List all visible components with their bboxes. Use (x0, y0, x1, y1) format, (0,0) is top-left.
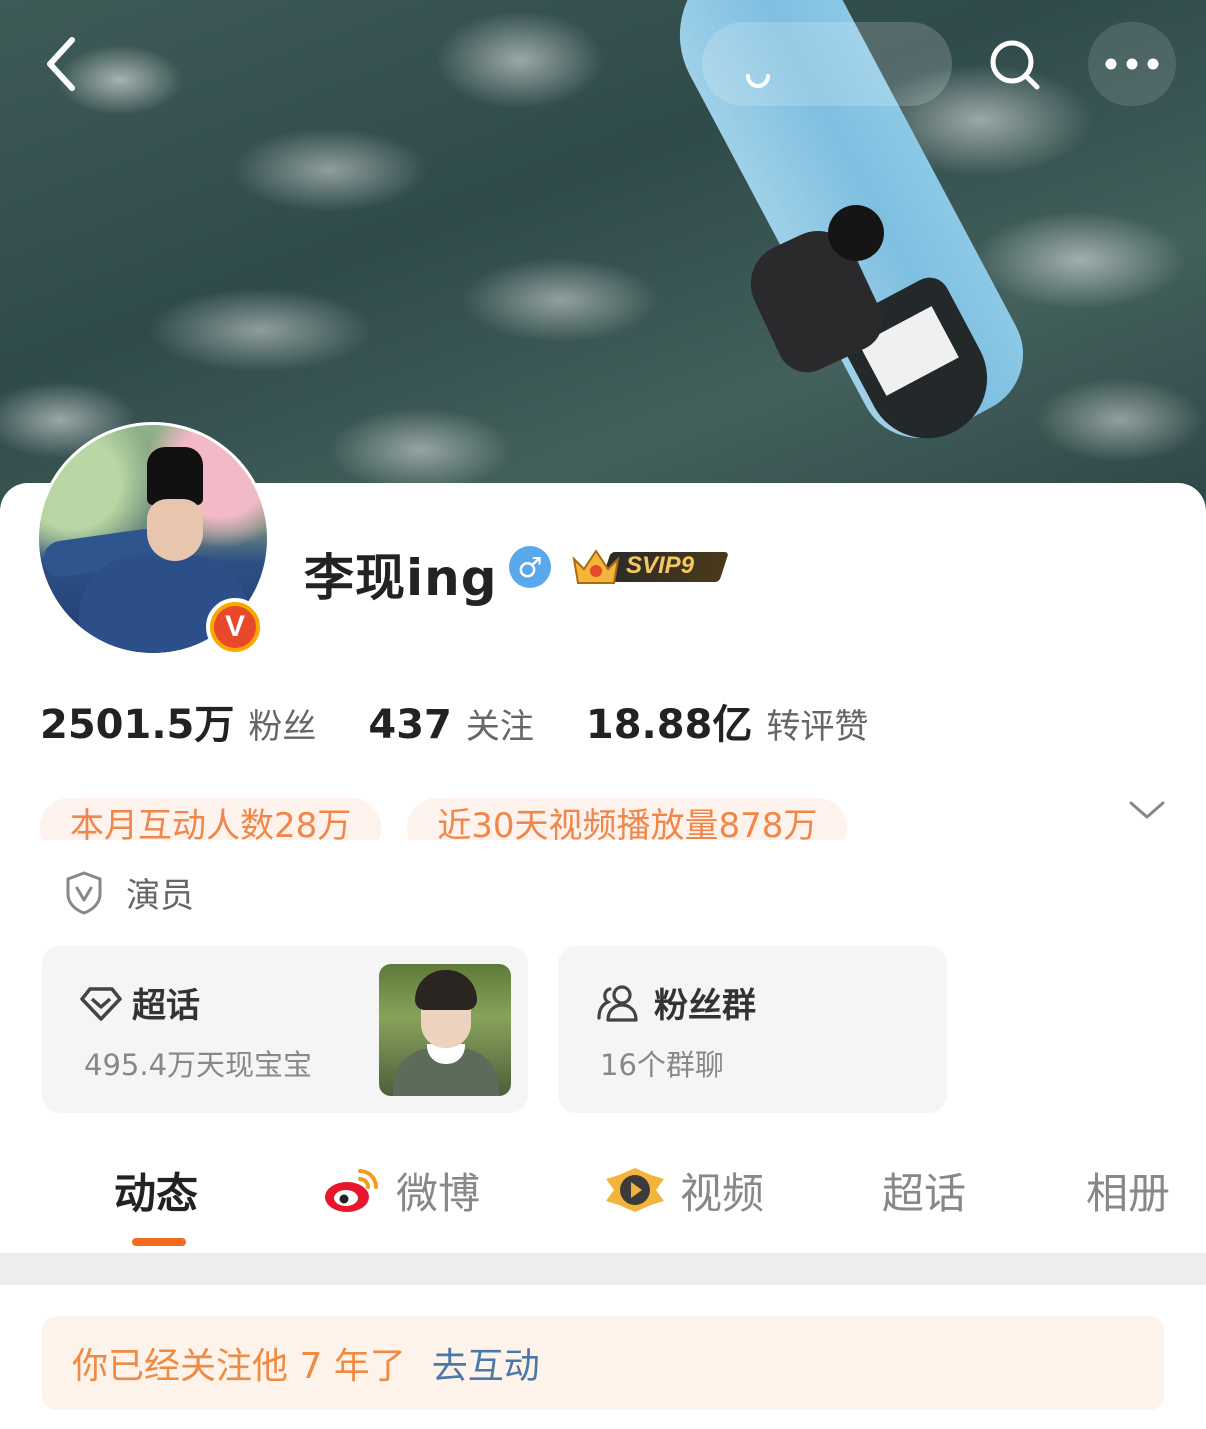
crown-icon (572, 549, 620, 584)
stat-interactions[interactable]: 18.88亿 转评赞 (586, 692, 869, 750)
verified-badge-icon: V (206, 598, 264, 656)
tab-video[interactable]: 视频 (604, 1160, 764, 1220)
male-gender-icon: ♂ (509, 546, 551, 588)
username: 李现ing (304, 549, 498, 607)
group-icon (597, 984, 638, 1022)
svip-badge[interactable]: SVIP9 (566, 543, 729, 589)
stat-following[interactable]: 437 关注 (368, 699, 534, 748)
fans-group-card-subtitle: 16个群聊 (600, 1048, 724, 1082)
tab-feed[interactable]: 动态 (114, 1160, 198, 1220)
identity-row: 演员 (64, 868, 194, 917)
tab-album[interactable]: 相册 (1086, 1160, 1170, 1220)
tab-chaohua[interactable]: 超话 (882, 1160, 966, 1220)
weibo-icon (325, 1169, 378, 1212)
chaohua-card-title: 超话 (132, 986, 200, 1026)
profile-stats: 2501.5万 粉丝 437 关注 18.88亿 转评赞 (40, 692, 920, 750)
video-icon (606, 1168, 664, 1212)
follow-duration-text: 你已经关注他 7 年了 (72, 1346, 406, 1387)
tab-weibo[interactable]: 微博 (322, 1160, 480, 1220)
chevron-left-icon (47, 37, 75, 91)
section-divider (0, 1253, 1206, 1285)
stat-followers[interactable]: 2501.5万 粉丝 (40, 692, 316, 750)
fans-group-card[interactable]: 粉丝群 16个群聊 (558, 946, 947, 1113)
fans-group-card-title: 粉丝群 (654, 986, 756, 1026)
search-icon (990, 40, 1040, 90)
shield-v-icon (66, 870, 102, 915)
go-interact-link[interactable]: 去互动 (432, 1337, 540, 1389)
back-button[interactable] (30, 34, 90, 94)
diamond-icon (80, 986, 122, 1021)
chaohua-thumbnail (379, 964, 511, 1096)
loading-pill (702, 22, 952, 106)
highlight-tags: 本月互动人数28万 近30天视频播放量878万 (40, 798, 873, 840)
tag-monthly-interaction[interactable]: 本月互动人数28万 (40, 798, 382, 840)
follow-duration-banner: 你已经关注他 7 年了 去互动 (42, 1316, 1164, 1410)
search-button[interactable] (985, 35, 1045, 95)
active-tab-indicator (132, 1238, 186, 1246)
chevron-down-icon[interactable] (1128, 795, 1166, 825)
more-button[interactable] (1088, 22, 1176, 106)
more-dots-icon (1105, 58, 1159, 70)
chaohua-card-subtitle: 495.4万天现宝宝 (84, 1048, 313, 1082)
tag-video-plays[interactable]: 近30天视频播放量878万 (407, 798, 848, 840)
profile-tabs: 动态 微博 视频 超话 相册 (0, 1160, 1206, 1230)
chaohua-card[interactable]: 超话 495.4万天现宝宝 (42, 946, 528, 1113)
loading-spinner-icon (746, 74, 770, 88)
